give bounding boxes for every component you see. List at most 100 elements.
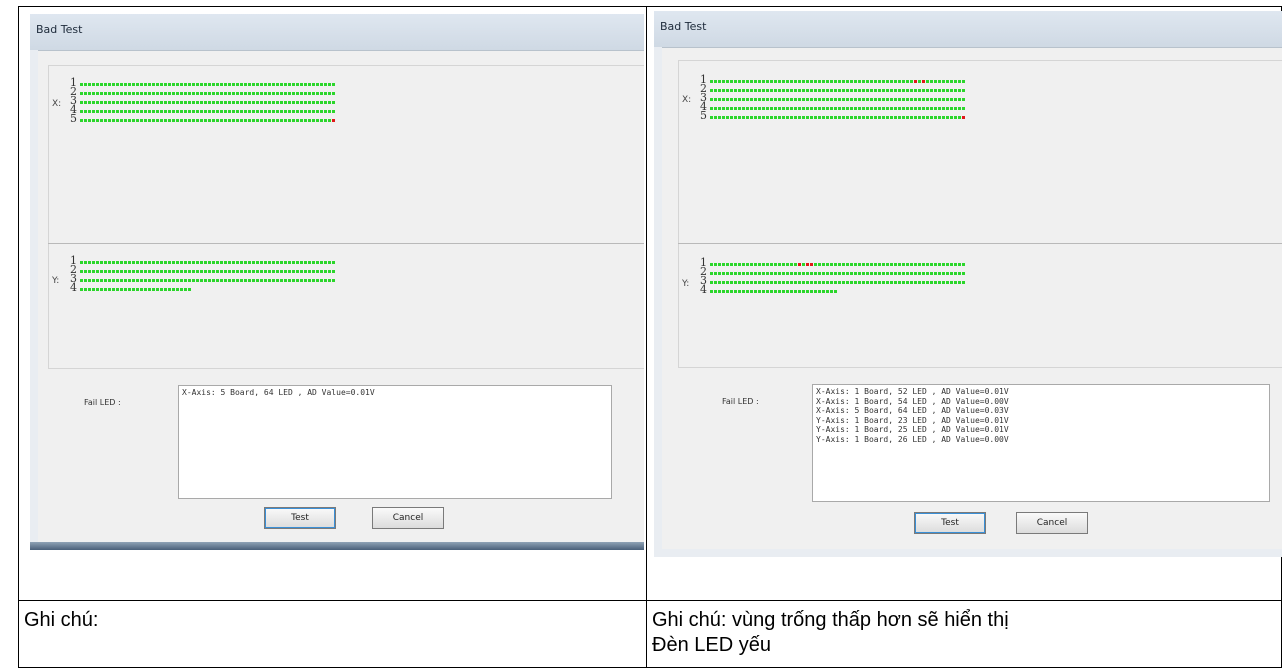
led-ok-indicator bbox=[168, 92, 171, 95]
led-ok-indicator bbox=[934, 281, 937, 284]
led-ok-indicator bbox=[902, 272, 905, 275]
led-ok-indicator bbox=[176, 279, 179, 282]
y-axis-label: Y: bbox=[52, 276, 60, 286]
led-ok-indicator bbox=[962, 281, 965, 284]
led-ok-indicator bbox=[918, 263, 921, 266]
led-ok-indicator bbox=[280, 92, 283, 95]
led-ok-indicator bbox=[224, 261, 227, 264]
led-ok-indicator bbox=[168, 119, 171, 122]
led-ok-indicator bbox=[196, 119, 199, 122]
fail-led-list[interactable]: X-Axis: 5 Board, 64 LED , AD Value=0.01V bbox=[178, 385, 612, 499]
led-ok-indicator bbox=[766, 89, 769, 92]
led-ok-indicator bbox=[830, 116, 833, 119]
led-ok-indicator bbox=[332, 83, 335, 86]
led-ok-indicator bbox=[324, 101, 327, 104]
led-ok-indicator bbox=[930, 107, 933, 110]
led-ok-indicator bbox=[292, 261, 295, 264]
led-ok-indicator bbox=[790, 281, 793, 284]
led-ok-indicator bbox=[272, 279, 275, 282]
led-ok-indicator bbox=[180, 288, 183, 291]
led-ok-indicator bbox=[794, 107, 797, 110]
led-ok-indicator bbox=[850, 281, 853, 284]
led-ok-indicator bbox=[946, 116, 949, 119]
led-ok-indicator bbox=[886, 107, 889, 110]
led-ok-indicator bbox=[722, 89, 725, 92]
cancel-button[interactable]: Cancel bbox=[1016, 512, 1088, 534]
led-ok-indicator bbox=[810, 107, 813, 110]
led-ok-indicator bbox=[192, 110, 195, 113]
led-ok-indicator bbox=[224, 270, 227, 273]
led-ok-indicator bbox=[132, 92, 135, 95]
test-button[interactable]: Test bbox=[914, 512, 986, 534]
led-ok-indicator bbox=[774, 290, 777, 293]
led-ok-indicator bbox=[80, 83, 83, 86]
fail-led-list[interactable]: X-Axis: 1 Board, 52 LED , AD Value=0.01V… bbox=[812, 384, 1270, 502]
led-ok-indicator bbox=[786, 290, 789, 293]
led-ok-indicator bbox=[148, 110, 151, 113]
led-ok-indicator bbox=[830, 263, 833, 266]
led-ok-indicator bbox=[722, 290, 725, 293]
led-ok-indicator bbox=[320, 92, 323, 95]
table-border-left bbox=[18, 6, 19, 668]
led-ok-indicator bbox=[324, 261, 327, 264]
table-border-top bbox=[18, 6, 1282, 7]
led-ok-indicator bbox=[946, 272, 949, 275]
led-ok-indicator bbox=[228, 270, 231, 273]
led-ok-indicator bbox=[220, 270, 223, 273]
led-ok-indicator bbox=[136, 288, 139, 291]
led-ok-indicator bbox=[132, 261, 135, 264]
led-ok-indicator bbox=[774, 107, 777, 110]
led-ok-indicator bbox=[714, 290, 717, 293]
led-ok-indicator bbox=[722, 272, 725, 275]
led-ok-indicator bbox=[264, 261, 267, 264]
led-ok-indicator bbox=[802, 281, 805, 284]
led-ok-indicator bbox=[882, 281, 885, 284]
led-ok-indicator bbox=[710, 281, 713, 284]
led-ok-indicator bbox=[172, 270, 175, 273]
led-ok-indicator bbox=[898, 263, 901, 266]
led-ok-indicator bbox=[140, 110, 143, 113]
led-ok-indicator bbox=[136, 92, 139, 95]
led-ok-indicator bbox=[874, 89, 877, 92]
led-ok-indicator bbox=[244, 270, 247, 273]
cancel-button[interactable]: Cancel bbox=[372, 507, 444, 529]
led-ok-indicator bbox=[172, 101, 175, 104]
led-ok-indicator bbox=[220, 92, 223, 95]
led-ok-indicator bbox=[802, 98, 805, 101]
led-ok-indicator bbox=[734, 116, 737, 119]
led-ok-indicator bbox=[132, 110, 135, 113]
led-ok-indicator bbox=[718, 107, 721, 110]
led-ok-indicator bbox=[866, 80, 869, 83]
led-ok-indicator bbox=[184, 270, 187, 273]
test-button[interactable]: Test bbox=[264, 507, 336, 529]
led-ok-indicator bbox=[738, 116, 741, 119]
led-ok-indicator bbox=[746, 89, 749, 92]
led-ok-indicator bbox=[814, 89, 817, 92]
led-ok-indicator bbox=[790, 263, 793, 266]
led-ok-indicator bbox=[818, 89, 821, 92]
led-ok-indicator bbox=[762, 290, 765, 293]
led-ok-indicator bbox=[288, 101, 291, 104]
led-ok-indicator bbox=[718, 98, 721, 101]
led-ok-indicator bbox=[942, 89, 945, 92]
led-ok-indicator bbox=[212, 279, 215, 282]
led-ok-indicator bbox=[798, 116, 801, 119]
led-ok-indicator bbox=[200, 92, 203, 95]
led-ok-indicator bbox=[798, 290, 801, 293]
led-ok-indicator bbox=[794, 80, 797, 83]
led-ok-indicator bbox=[750, 89, 753, 92]
led-ok-indicator bbox=[846, 107, 849, 110]
led-ok-indicator bbox=[276, 83, 279, 86]
led-ok-indicator bbox=[762, 263, 765, 266]
led-ok-indicator bbox=[252, 279, 255, 282]
led-ok-indicator bbox=[802, 116, 805, 119]
led-ok-indicator bbox=[942, 107, 945, 110]
led-ok-indicator bbox=[140, 279, 143, 282]
led-ok-indicator bbox=[930, 272, 933, 275]
led-ok-indicator bbox=[906, 281, 909, 284]
led-ok-indicator bbox=[738, 281, 741, 284]
led-ok-indicator bbox=[926, 281, 929, 284]
led-ok-indicator bbox=[136, 261, 139, 264]
led-ok-indicator bbox=[144, 288, 147, 291]
led-ok-indicator bbox=[108, 279, 111, 282]
